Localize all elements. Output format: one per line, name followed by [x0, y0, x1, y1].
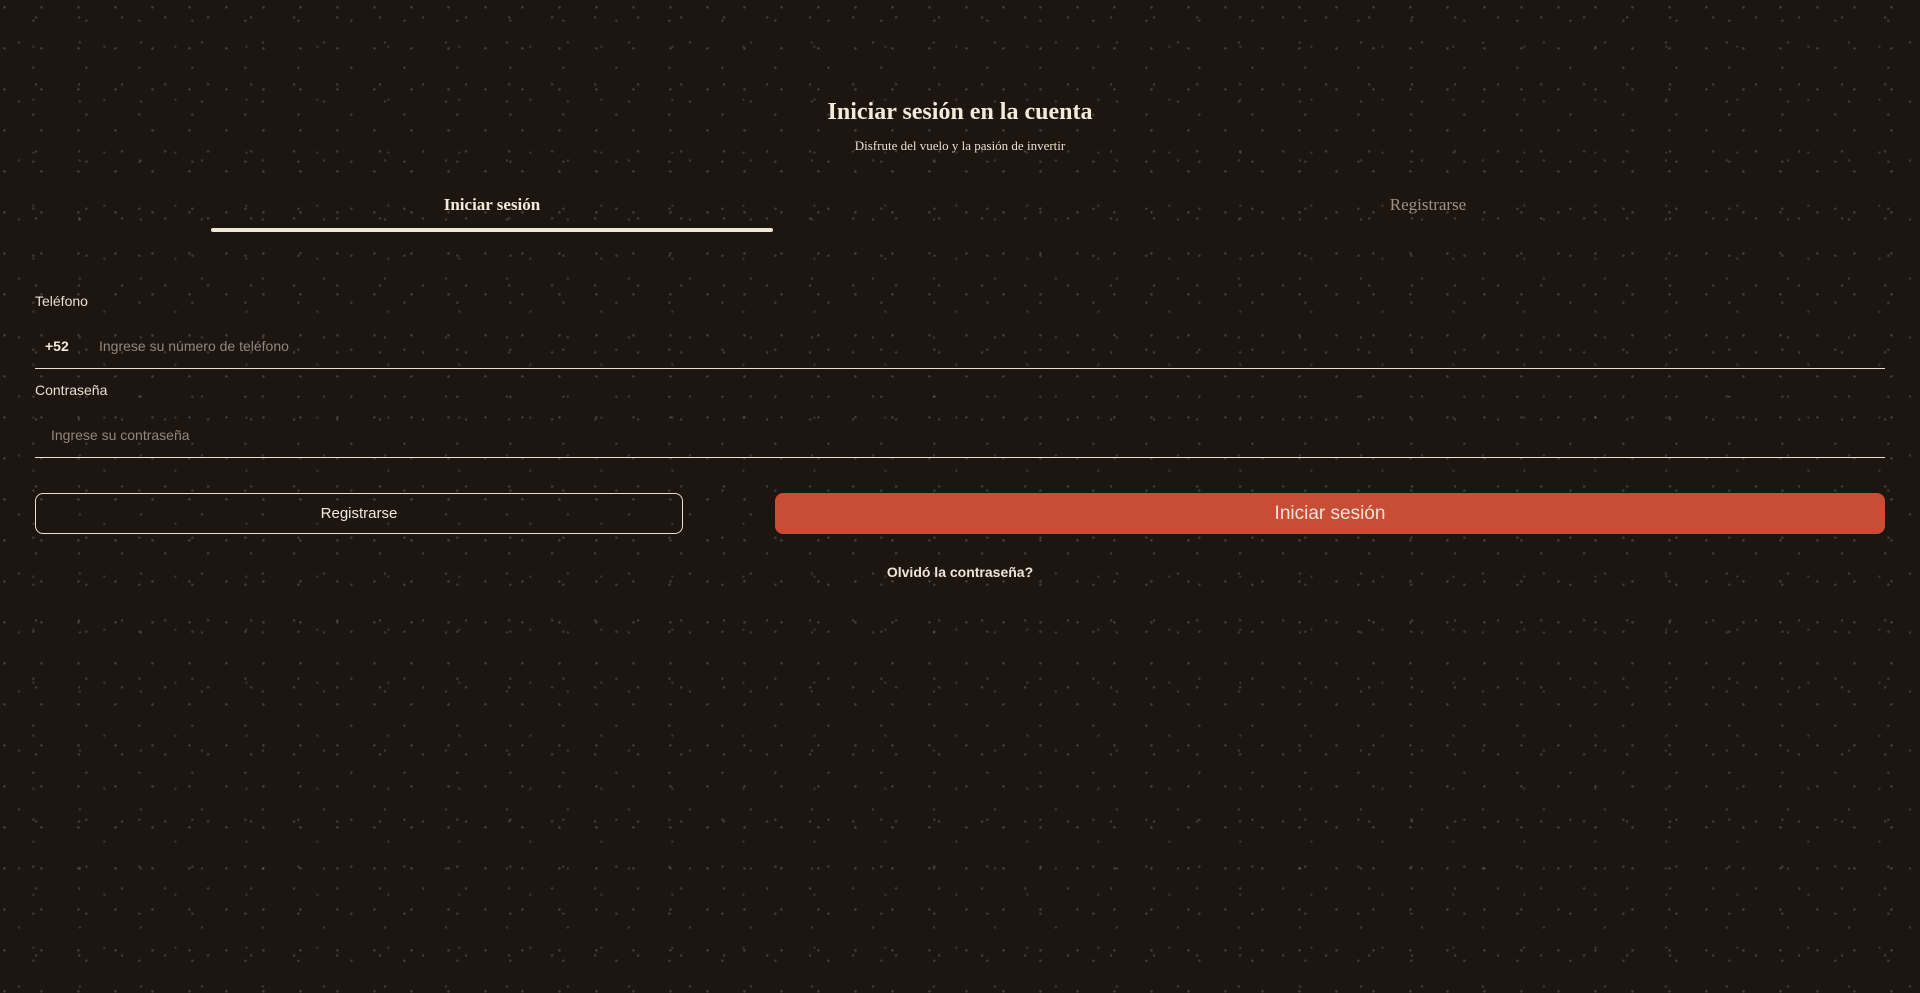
- auth-tabs: Iniciar sesión Registrarse: [0, 190, 1920, 238]
- tab-register[interactable]: Registrarse: [1147, 190, 1709, 234]
- login-button[interactable]: Iniciar sesión: [775, 493, 1885, 534]
- login-page: Iniciar sesión en la cuenta Disfrute del…: [0, 0, 1920, 993]
- active-tab-indicator: [211, 228, 773, 232]
- forgot-password-row: Olvidó la contraseña?: [0, 562, 1920, 582]
- forgot-password-link[interactable]: Olvidó la contraseña?: [887, 564, 1033, 580]
- register-button[interactable]: Registrarse: [35, 493, 683, 534]
- password-field: Contraseña: [35, 381, 1885, 458]
- page-subtitle: Disfrute del vuelo y la pasión de invert…: [854, 138, 1066, 153]
- page-title: Iniciar sesión en la cuenta: [827, 99, 1093, 125]
- phone-input-row: +52: [35, 324, 1885, 369]
- password-input-row: [35, 413, 1885, 458]
- country-code-prefix[interactable]: +52: [35, 338, 85, 354]
- phone-label: Teléfono: [35, 293, 88, 309]
- password-label: Contraseña: [35, 382, 108, 398]
- phone-input[interactable]: [85, 326, 1885, 366]
- password-input[interactable]: [35, 415, 1885, 455]
- page-header: Iniciar sesión en la cuenta Disfrute del…: [0, 96, 1920, 154]
- phone-field: Teléfono +52: [35, 292, 1885, 369]
